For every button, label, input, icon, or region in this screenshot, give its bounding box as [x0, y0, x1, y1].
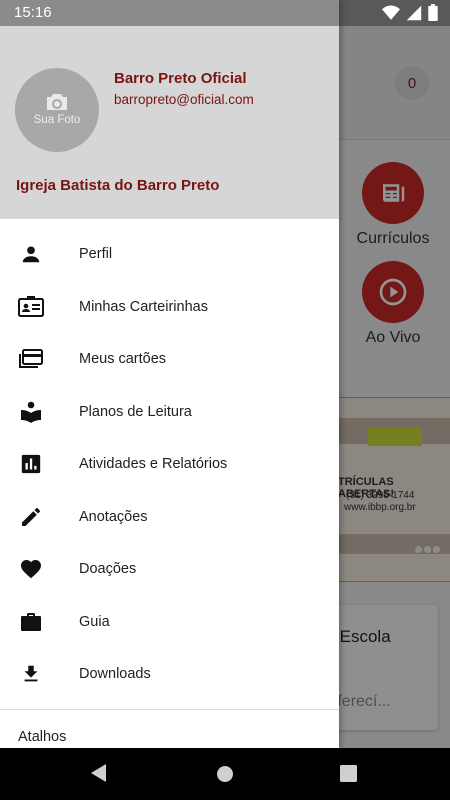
download-icon	[18, 661, 44, 687]
menu-item-planos-leitura[interactable]: Planos de Leitura	[0, 386, 339, 439]
id-card-icon	[18, 294, 44, 320]
system-nav-bar	[0, 748, 450, 800]
menu-item-perfil[interactable]: Perfil	[0, 228, 339, 281]
home-icon[interactable]	[215, 764, 235, 789]
menu-item-label: Doações	[79, 561, 137, 578]
menu-item-downloads[interactable]: Downloads	[0, 648, 339, 701]
menu-item-label: Minhas Carteirinhas	[79, 298, 208, 315]
drawer-header: Sua Foto Barro Preto Oficial barropreto@…	[0, 0, 339, 219]
menu-item-label: Meus cartões	[79, 351, 167, 368]
person-icon	[18, 241, 44, 267]
battery-icon	[428, 4, 438, 26]
church-name: Igreja Batista do Barro Preto	[16, 177, 220, 194]
menu-item-label: Anotações	[79, 508, 148, 525]
briefcase-icon	[18, 609, 44, 635]
wifi-icon	[382, 5, 400, 26]
navigation-drawer: Sua Foto Barro Preto Oficial barropreto@…	[0, 0, 339, 748]
menu-item-carteirinhas[interactable]: Minhas Carteirinhas	[0, 281, 339, 334]
reading-icon	[18, 399, 44, 425]
menu-item-meus-cartoes[interactable]: Meus cartões	[0, 333, 339, 386]
heart-icon	[18, 556, 44, 582]
menu-item-guia[interactable]: Guia	[0, 596, 339, 649]
menu-item-atividades[interactable]: Atividades e Relatórios	[0, 438, 339, 491]
menu-item-doacoes[interactable]: Doações	[0, 543, 339, 596]
credit-card-icon	[18, 346, 44, 372]
menu-item-anotacoes[interactable]: Anotações	[0, 491, 339, 544]
avatar-label: Sua Foto	[33, 114, 81, 126]
user-name: Barro Preto Oficial	[114, 70, 247, 87]
status-bar: 15:16	[0, 0, 450, 26]
recents-icon[interactable]	[340, 765, 357, 787]
menu-divider	[0, 709, 339, 710]
menu-item-label: Planos de Leitura	[79, 403, 192, 420]
menu-item-label: Downloads	[79, 666, 151, 683]
pencil-icon	[18, 504, 44, 530]
user-email: barropreto@oficial.com	[114, 92, 254, 107]
bar-chart-icon	[18, 451, 44, 477]
avatar[interactable]: Sua Foto	[15, 68, 99, 152]
status-time: 15:16	[14, 4, 52, 21]
menu-item-label: Guia	[79, 613, 110, 630]
menu-item-label: Perfil	[79, 246, 113, 263]
section-label-atalhos: Atalhos	[18, 729, 67, 745]
signal-icon	[406, 5, 422, 26]
back-icon[interactable]	[89, 762, 109, 789]
drawer-menu: Perfil Minhas Carteirinhas Meus cartões …	[0, 228, 339, 701]
menu-item-label: Atividades e Relatórios	[79, 456, 228, 473]
